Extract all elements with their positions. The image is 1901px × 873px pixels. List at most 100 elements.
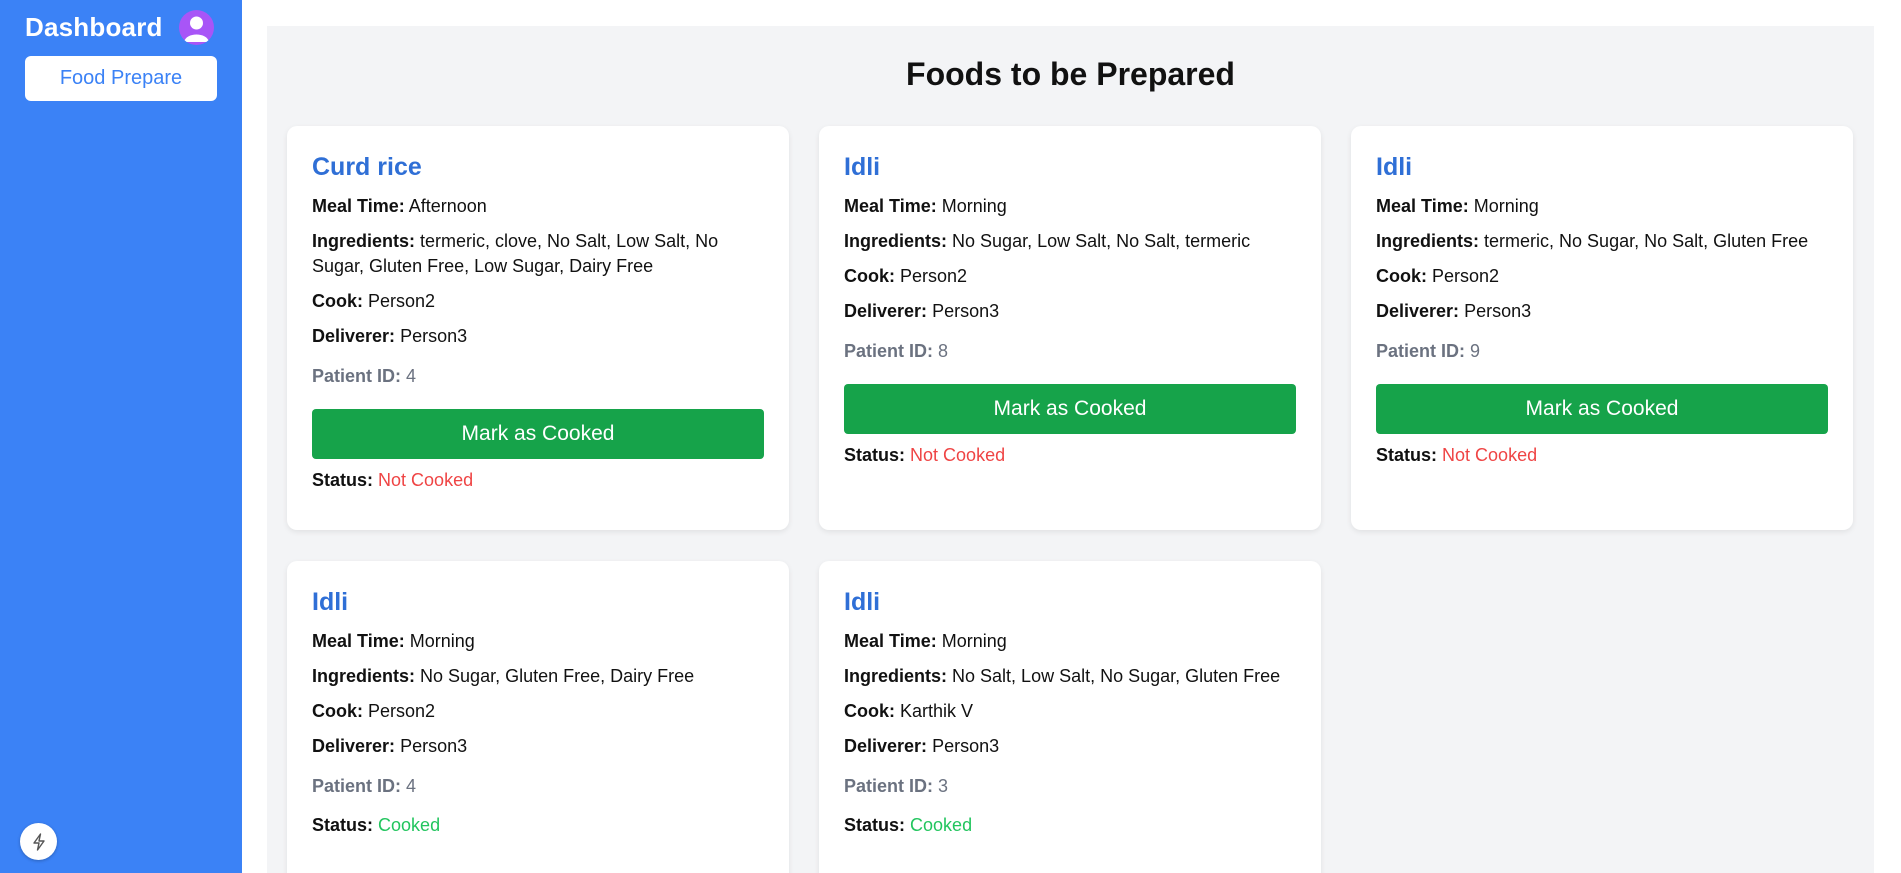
patient-id-value: 4 (406, 366, 417, 386)
food-card: Idli Meal Time: Morning Ingredients: No … (819, 561, 1321, 873)
meal-time-line: Meal Time: Morning (312, 629, 764, 654)
meal-time-value: Morning (941, 631, 1007, 651)
meal-time-label: Meal Time: (844, 196, 937, 216)
food-card: Idli Meal Time: Morning Ingredients: ter… (1351, 126, 1853, 530)
meal-time-line: Meal Time: Morning (1376, 194, 1828, 219)
cook-value: Person2 (368, 291, 436, 311)
ingredients-line: Ingredients: No Salt, Low Salt, No Sugar… (844, 664, 1296, 689)
patient-id-line: Patient ID: 9 (1376, 341, 1828, 362)
status-value: Not Cooked (1442, 445, 1538, 465)
patient-id-value: 9 (1470, 341, 1481, 361)
meal-time-line: Meal Time: Morning (844, 629, 1296, 654)
page-title: Foods to be Prepared (906, 56, 1235, 92)
patient-id-label: Patient ID: (844, 341, 934, 361)
ingredients-label: Ingredients: (844, 666, 948, 686)
patient-id-label: Patient ID: (1376, 341, 1466, 361)
cook-label: Cook: (1376, 266, 1427, 286)
meal-time-value: Morning (1473, 196, 1539, 216)
ingredients-label: Ingredients: (312, 666, 416, 686)
deliverer-label: Deliverer: (1376, 301, 1460, 321)
cook-line: Cook: Person2 (1376, 264, 1828, 289)
meal-time-label: Meal Time: (312, 196, 405, 216)
meal-time-line: Meal Time: Morning (844, 194, 1296, 219)
food-card: Idli Meal Time: Morning Ingredients: No … (819, 126, 1321, 530)
status-value: Not Cooked (910, 445, 1006, 465)
status-label: Status: (1376, 445, 1438, 465)
patient-id-line: Patient ID: 4 (312, 366, 764, 387)
status-line: Status: Not Cooked (1376, 445, 1828, 466)
cook-label: Cook: (844, 266, 895, 286)
cook-line: Cook: Person2 (312, 699, 764, 724)
food-name: Idli (844, 588, 881, 616)
ingredients-line: Ingredients: termeric, No Sugar, No Salt… (1376, 229, 1828, 254)
status-value: Not Cooked (378, 470, 474, 490)
cook-value: Person2 (1432, 266, 1500, 286)
patient-id-value: 4 (406, 776, 417, 796)
mark-as-cooked-button[interactable]: Mark as Cooked (844, 384, 1296, 434)
ingredients-value: No Salt, Low Salt, No Sugar, Gluten Free (952, 666, 1281, 686)
status-value: Cooked (378, 815, 441, 835)
food-name: Idli (844, 153, 881, 181)
ingredients-label: Ingredients: (844, 231, 948, 251)
patient-id-label: Patient ID: (312, 366, 402, 386)
food-prepare-button[interactable]: Food Prepare (25, 56, 217, 101)
deliverer-line: Deliverer: Person3 (844, 299, 1296, 324)
cook-value: Person2 (900, 266, 968, 286)
status-label: Status: (312, 470, 374, 490)
patient-id-value: 8 (938, 341, 949, 361)
deliverer-value: Person3 (932, 736, 1000, 756)
meal-time-label: Meal Time: (1376, 196, 1469, 216)
patient-id-label: Patient ID: (844, 776, 934, 796)
dashboard-title: Dashboard (25, 12, 163, 42)
cook-line: Cook: Person2 (312, 289, 764, 314)
ingredients-line: Ingredients: termeric, clove, No Salt, L… (312, 229, 764, 279)
ingredients-value: No Sugar, Low Salt, No Salt, termeric (952, 231, 1251, 251)
patient-id-line: Patient ID: 8 (844, 341, 1296, 362)
main-panel: Foods to be Prepared Curd rice Meal Time… (267, 26, 1874, 873)
food-card: Idli Meal Time: Morning Ingredients: No … (287, 561, 789, 873)
lightning-bolt-icon[interactable] (20, 823, 57, 860)
cook-label: Cook: (312, 701, 363, 721)
meal-time-label: Meal Time: (312, 631, 405, 651)
sidebar: Dashboard Food Prepare (0, 0, 242, 873)
deliverer-value: Person3 (1464, 301, 1532, 321)
meal-time-label: Meal Time: (844, 631, 937, 651)
patient-id-label: Patient ID: (312, 776, 402, 796)
user-avatar-icon[interactable] (178, 10, 214, 45)
cook-label: Cook: (844, 701, 895, 721)
status-label: Status: (312, 815, 374, 835)
patient-id-line: Patient ID: 3 (844, 776, 1296, 797)
deliverer-line: Deliverer: Person3 (844, 734, 1296, 759)
deliverer-line: Deliverer: Person3 (1376, 299, 1828, 324)
patient-id-value: 3 (938, 776, 949, 796)
ingredients-value: termeric, No Sugar, No Salt, Gluten Free (1484, 231, 1809, 251)
deliverer-label: Deliverer: (312, 736, 396, 756)
meal-time-value: Morning (941, 196, 1007, 216)
cook-value: Karthik V (900, 701, 974, 721)
status-line: Status: Cooked (844, 815, 1296, 836)
deliverer-label: Deliverer: (312, 326, 396, 346)
patient-id-line: Patient ID: 4 (312, 776, 764, 797)
food-name: Curd rice (312, 153, 422, 181)
ingredients-line: Ingredients: No Sugar, Low Salt, No Salt… (844, 229, 1296, 254)
meal-time-line: Meal Time: Afternoon (312, 194, 764, 219)
ingredients-value: No Sugar, Gluten Free, Dairy Free (420, 666, 695, 686)
food-name: Idli (312, 588, 349, 616)
sidebar-header: Dashboard (25, 10, 214, 45)
deliverer-label: Deliverer: (844, 736, 928, 756)
mark-as-cooked-button[interactable]: Mark as Cooked (312, 409, 764, 459)
deliverer-value: Person3 (932, 301, 1000, 321)
status-line: Status: Not Cooked (312, 470, 764, 491)
status-line: Status: Not Cooked (844, 445, 1296, 466)
cook-value: Person2 (368, 701, 436, 721)
status-line: Status: Cooked (312, 815, 764, 836)
deliverer-line: Deliverer: Person3 (312, 324, 764, 349)
mark-as-cooked-button[interactable]: Mark as Cooked (1376, 384, 1828, 434)
ingredients-label: Ingredients: (1376, 231, 1480, 251)
food-name: Idli (1376, 153, 1413, 181)
meal-time-value: Morning (409, 631, 475, 651)
deliverer-value: Person3 (400, 736, 468, 756)
status-value: Cooked (910, 815, 973, 835)
status-label: Status: (844, 815, 906, 835)
ingredients-line: Ingredients: No Sugar, Gluten Free, Dair… (312, 664, 764, 689)
